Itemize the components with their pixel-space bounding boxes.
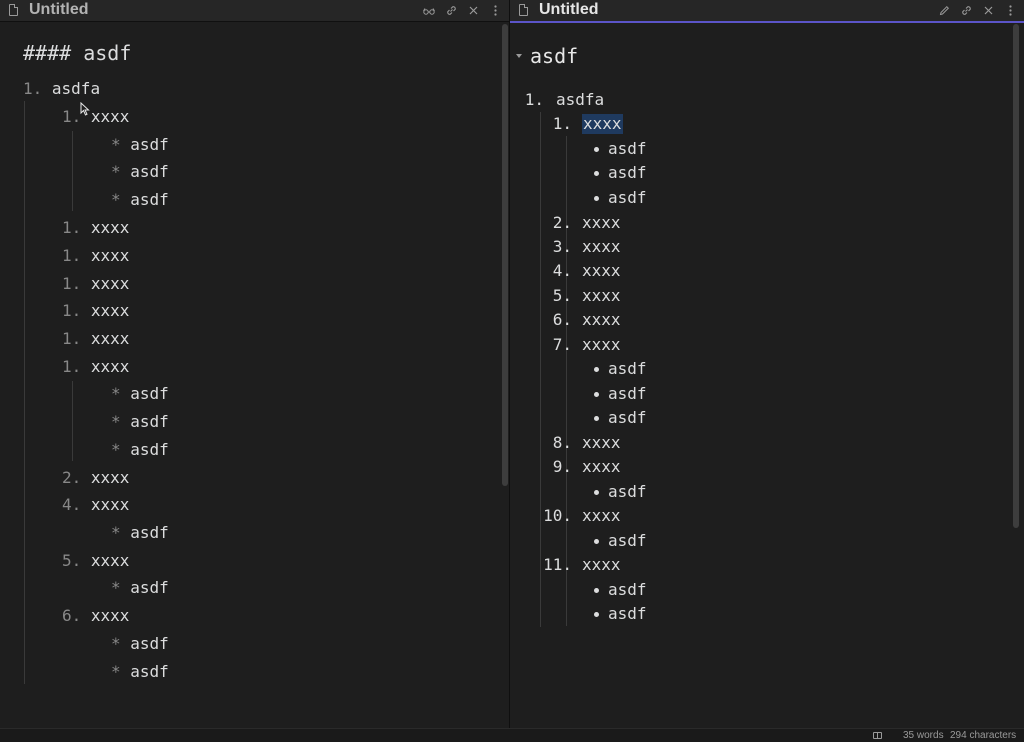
edit-icon[interactable] xyxy=(938,3,950,18)
list-item: xxxx xyxy=(582,286,621,305)
list-item: asdf xyxy=(608,531,647,550)
source-line[interactable]: 6. xxxx xyxy=(62,606,129,626)
list-number: 8. xyxy=(552,433,572,452)
list-number: 7. xyxy=(552,335,572,354)
bullet-marker xyxy=(594,196,599,201)
source-line[interactable]: 1. xxxx xyxy=(62,329,129,349)
list-item: xxxx xyxy=(582,237,621,256)
source-line[interactable]: * asdf xyxy=(111,440,169,460)
link-icon[interactable] xyxy=(445,3,457,18)
source-line[interactable]: * asdf xyxy=(111,412,169,432)
bullet-marker xyxy=(594,612,599,617)
preview-heading: asdf xyxy=(530,44,579,68)
file-icon xyxy=(519,4,528,16)
bullet-marker xyxy=(594,367,599,372)
bullet-marker xyxy=(594,588,599,593)
source-line[interactable]: 1. asdfa xyxy=(23,79,100,99)
list-item: asdf xyxy=(608,188,647,207)
tab-actions xyxy=(423,3,501,18)
source-line[interactable]: 1. xxxx xyxy=(62,107,129,127)
list-item: xxxx xyxy=(582,555,621,574)
bullet-marker xyxy=(594,490,599,495)
list-item: asdfa xyxy=(556,90,605,109)
list-item: xxxx xyxy=(582,261,621,280)
list-number: 1. xyxy=(552,114,572,133)
more-options-icon[interactable] xyxy=(489,3,501,18)
indent-guide xyxy=(72,381,73,461)
list-number: 11. xyxy=(543,555,572,574)
tab-header: Untitled xyxy=(0,0,509,22)
list-number: 6. xyxy=(552,310,572,329)
list-item: xxxx xyxy=(582,335,621,354)
list-number: 5. xyxy=(552,286,572,305)
source-line[interactable]: * asdf xyxy=(111,190,169,210)
list-item: asdf xyxy=(608,408,647,427)
tab-header: Untitled xyxy=(510,0,1024,23)
source-line[interactable]: 1. xxxx xyxy=(62,357,129,377)
list-item: xxxx xyxy=(582,310,621,329)
source-line[interactable]: 1. xxxx xyxy=(62,246,129,266)
list-item: asdf xyxy=(608,384,647,403)
source-line[interactable]: * asdf xyxy=(111,135,169,155)
bullet-marker xyxy=(594,147,599,152)
list-item: asdf xyxy=(608,163,647,182)
link-icon[interactable] xyxy=(960,3,972,18)
list-number: 4. xyxy=(552,261,572,280)
editor-pane-source[interactable]: Untitled #### asdf 1. asdfa 1. xxxx * as… xyxy=(0,0,509,728)
word-count: 35 words xyxy=(903,730,944,741)
source-line[interactable]: * asdf xyxy=(111,578,169,598)
status-bar: 35 words 294 characters xyxy=(0,728,1024,742)
source-line[interactable]: 5. xxxx xyxy=(62,551,129,571)
list-item: asdf xyxy=(608,139,647,158)
indent-guide xyxy=(24,101,25,684)
source-line[interactable]: * asdf xyxy=(111,662,169,682)
source-line[interactable]: 1. xxxx xyxy=(62,218,129,238)
list-item: xxxx xyxy=(582,506,621,525)
indent-guide xyxy=(540,112,541,627)
list-item: asdf xyxy=(608,580,647,599)
list-number: 2. xyxy=(552,213,572,232)
bullet-marker xyxy=(594,171,599,176)
source-line[interactable]: * asdf xyxy=(111,523,169,543)
list-number: 3. xyxy=(552,237,572,256)
scrollbar-thumb[interactable] xyxy=(1013,24,1019,528)
tab-title[interactable]: Untitled xyxy=(539,1,599,19)
source-line[interactable]: 4. xxxx xyxy=(62,495,129,515)
list-item-selected: xxxx xyxy=(582,114,623,134)
list-number: 1. xyxy=(524,90,544,109)
close-icon[interactable] xyxy=(982,3,994,18)
list-item: asdf xyxy=(608,482,647,501)
file-icon xyxy=(9,4,18,16)
character-count: 294 characters xyxy=(950,730,1017,741)
reading-view-icon[interactable] xyxy=(423,3,435,18)
list-number: 10. xyxy=(543,506,572,525)
list-item: asdf xyxy=(608,359,647,378)
list-item: xxxx xyxy=(582,457,621,476)
mouse-cursor-icon xyxy=(80,102,90,116)
source-line[interactable]: * asdf xyxy=(111,384,169,404)
more-options-icon[interactable] xyxy=(1004,3,1016,18)
source-line[interactable]: 1. xxxx xyxy=(62,274,129,294)
bullet-marker xyxy=(594,392,599,397)
scrollbar-thumb[interactable] xyxy=(502,24,508,486)
list-item: xxxx xyxy=(582,433,621,452)
list-number: 9. xyxy=(552,457,572,476)
source-line[interactable]: * asdf xyxy=(111,162,169,182)
list-item: xxxx xyxy=(582,213,621,232)
indent-guide xyxy=(566,136,567,626)
reading-mode-icon[interactable] xyxy=(873,732,882,739)
tab-actions xyxy=(938,3,1016,18)
bullet-marker xyxy=(594,416,599,421)
close-icon[interactable] xyxy=(467,3,479,18)
source-heading-line[interactable]: #### asdf xyxy=(23,41,131,65)
source-line[interactable]: * asdf xyxy=(111,634,169,654)
source-line[interactable]: 1. xxxx xyxy=(62,301,129,321)
bullet-marker xyxy=(594,539,599,544)
list-item: asdf xyxy=(608,604,647,623)
tab-title[interactable]: Untitled xyxy=(29,1,89,19)
source-line[interactable]: 2. xxxx xyxy=(62,468,129,488)
collapse-chevron-icon[interactable] xyxy=(516,54,522,58)
indent-guide xyxy=(72,131,73,211)
